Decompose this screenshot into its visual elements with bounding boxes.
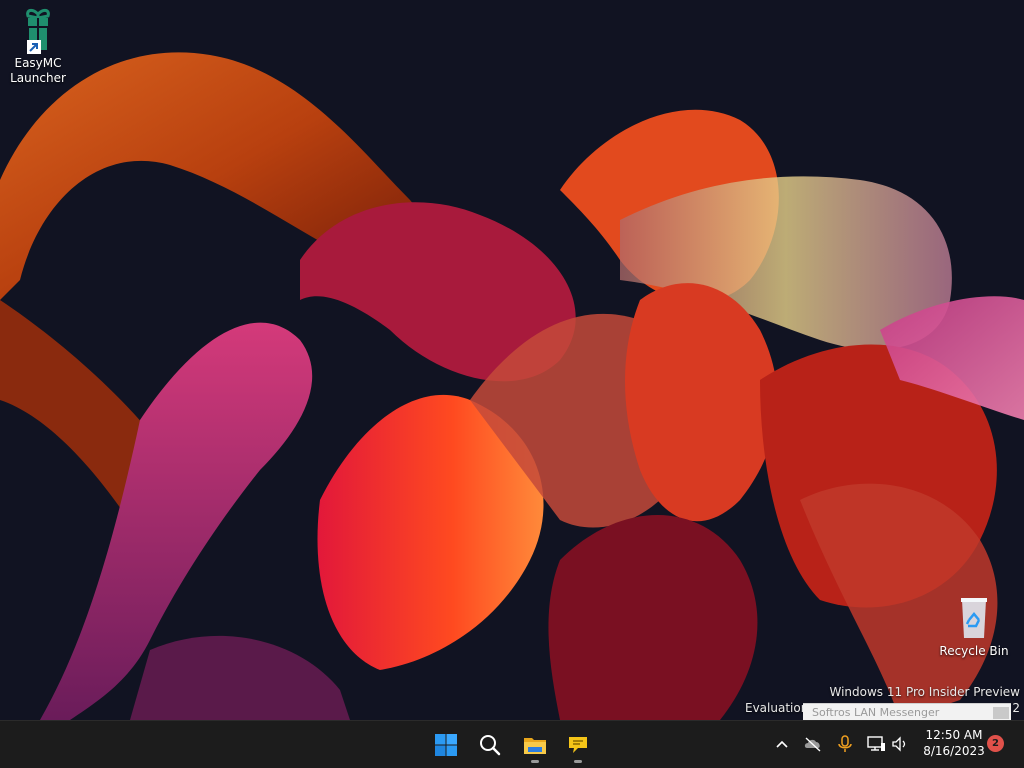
watermark-edition: Windows 11 Pro Insider Preview	[829, 685, 1020, 699]
shortcut-arrow-icon	[27, 40, 41, 54]
close-icon[interactable]	[993, 707, 1009, 719]
chat-bubble-icon	[569, 737, 587, 753]
file-explorer-button[interactable]	[515, 726, 555, 764]
network-icon	[867, 736, 885, 751]
desktop-icon-recycle-bin[interactable]: Recycle Bin	[936, 594, 1012, 659]
volume-tray-button[interactable]	[890, 734, 910, 754]
wallpaper	[0, 0, 1024, 720]
chevron-up-icon	[776, 740, 788, 748]
desktop-icon-easymc-launcher[interactable]: EasyMC Launcher	[0, 6, 76, 86]
start-button[interactable]	[426, 726, 466, 764]
search-button[interactable]	[470, 726, 510, 764]
messenger-notification-popup[interactable]: Softros LAN Messenger	[803, 703, 1011, 720]
network-tray-button[interactable]	[866, 734, 886, 754]
search-icon	[480, 735, 501, 756]
onedrive-offline-icon	[804, 737, 821, 752]
microphone-icon	[838, 735, 852, 752]
running-indicator	[531, 760, 539, 763]
show-hidden-icons-button[interactable]	[772, 734, 792, 754]
windows-logo-icon	[435, 734, 457, 756]
volume-icon	[892, 736, 906, 752]
notification-count-badge[interactable]: 2	[987, 735, 1004, 752]
desktop[interactable]: EasyMC Launcher Recycle Bin Windows 11 P…	[0, 0, 1024, 720]
recycle-bin-icon	[950, 594, 998, 642]
clock-time: 12:50 AM	[925, 728, 983, 742]
microphone-tray-button[interactable]	[835, 734, 855, 754]
softros-messenger-button[interactable]	[558, 726, 598, 764]
notification-title: Softros LAN Messenger	[812, 706, 940, 719]
desktop-icon-label: EasyMC Launcher	[10, 56, 66, 85]
clock-button[interactable]: 12:50 AM 8/16/2023	[918, 727, 990, 759]
running-indicator	[574, 760, 582, 763]
watermark-evaluation: Evaluation	[745, 701, 809, 715]
folder-icon	[524, 738, 546, 754]
clock-date: 8/16/2023	[923, 744, 985, 758]
desktop-icon-label: Recycle Bin	[939, 644, 1009, 658]
watermark-build: 2	[1012, 701, 1020, 715]
gift-icon	[14, 6, 62, 54]
onedrive-tray-button[interactable]	[803, 734, 823, 754]
